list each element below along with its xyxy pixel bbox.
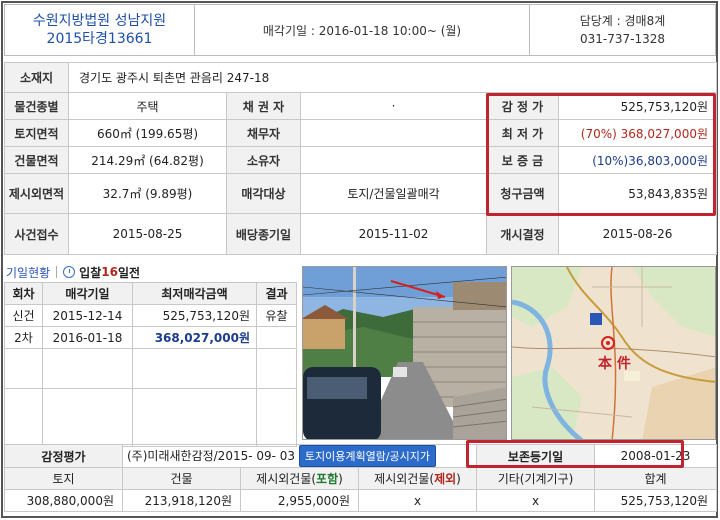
sale-target-value: 토지/건물일괄매각 [300, 173, 487, 214]
empty-cell [256, 348, 297, 389]
building-area-label: 건물면적 [4, 146, 69, 174]
appraiser-cell: (주)미래새한감정/2015- 09- 03 토지이용계획열람/공시지가 [121, 444, 478, 468]
land-value: 308,880,000원 [4, 489, 123, 512]
registration-date-label: 보존등기일 [476, 444, 596, 468]
excluded-area-label: 제시외면적 [4, 173, 69, 214]
empty-cell [256, 388, 297, 447]
claim-label: 청구금액 [486, 173, 559, 214]
appraiser-value: (주)미래새한감정/2015- 09- 03 [127, 449, 296, 463]
court-block: 수원지방법원 성남지원 2015타경13661 [5, 5, 195, 55]
creditor-value: · [300, 92, 487, 120]
col-result: 결과 [256, 282, 297, 305]
property-info-table: 소재지 경기도 광주시 퇴촌면 관음리 247-18 물건종별 주택 채 권 자… [4, 62, 717, 255]
owner-label: 소유자 [226, 146, 301, 174]
registration-date-value: 2008-01-23 [594, 444, 718, 468]
start-decision-value: 2015-08-26 [558, 213, 717, 255]
date-cell: 2016-01-18 [42, 326, 133, 349]
department: 담당계 : 경매8계 [579, 14, 666, 28]
divider [56, 266, 58, 278]
date-cell: 2015-12-14 [42, 304, 133, 327]
valuation-table: 감정평가 (주)미래새한감정/2015- 09- 03 토지이용계획열람/공시지… [4, 444, 718, 512]
land-header: 토지 [4, 467, 123, 490]
round-cell: 신건 [4, 304, 43, 327]
clock-icon [63, 266, 76, 278]
court-name: 수원지방법원 성남지원 [32, 13, 167, 29]
appraisal-label: 감 정 가 [486, 92, 559, 120]
land-area-value: 660㎡ (199.65평) [68, 119, 227, 147]
sale-history-table: 회차 매각기일 최저매각금액 결과 신건 2015-12-14 525,753,… [4, 282, 297, 447]
deposit-label: 보 증 금 [486, 146, 559, 174]
excluded-incl-header: 제시외건물(포함) [240, 467, 359, 490]
col-amount: 최저매각금액 [132, 282, 257, 305]
debtor-value [300, 119, 487, 147]
empty-cell [132, 348, 257, 389]
total-value: 525,753,120원 [594, 489, 718, 512]
result-cell [256, 326, 297, 349]
type-value: 주택 [68, 92, 227, 120]
appraisal-value: 525,753,120원 [558, 92, 717, 120]
creditor-label: 채 권 자 [226, 92, 301, 120]
dividend-deadline-label: 배당종기일 [226, 213, 301, 255]
empty-cell [132, 388, 257, 447]
building-value: 213,918,120원 [122, 489, 241, 512]
filed-value: 2015-08-25 [68, 213, 227, 255]
etc-header: 기타(기계기구) [476, 467, 596, 490]
valuation-label: 감정평가 [4, 444, 123, 468]
empty-cell [4, 348, 43, 389]
start-decision-label: 개시결정 [486, 213, 559, 255]
empty-cell [42, 348, 133, 389]
sale-target-label: 매각대상 [226, 173, 301, 214]
bid-days: 16 [101, 265, 118, 279]
round-cell: 2차 [4, 326, 43, 349]
included-text: 포함 [316, 472, 339, 486]
filed-label: 사건접수 [4, 213, 69, 255]
empty-cell [4, 388, 43, 447]
location-value: 경기도 광주시 퇴촌면 관음리 247-18 [68, 62, 717, 93]
col-round: 회차 [4, 282, 43, 305]
excluded-incl-prefix: 제시외건물( [256, 472, 317, 486]
min-price-label: 최 저 가 [486, 119, 559, 147]
etc-value: x [476, 489, 596, 512]
type-label: 물건종별 [4, 92, 69, 120]
location-label: 소재지 [4, 62, 69, 93]
building-header: 건물 [122, 467, 241, 490]
empty-cell [42, 388, 133, 447]
amount-cell: 525,753,120원 [132, 304, 257, 327]
building-area-value: 214.29㎡ (64.82평) [68, 146, 227, 174]
min-price-value: (70%) 368,027,000원 [558, 119, 717, 147]
result-cell: 유찰 [256, 304, 297, 327]
excluded-excl-prefix: 제시외건물( [374, 472, 435, 486]
excluded-excl-suffix: ) [456, 472, 461, 486]
bid-suffix: 일전 [117, 265, 141, 280]
excluded-excl-header: 제시외건물(제외) [357, 467, 478, 490]
table-row: 신건 2015-12-14 525,753,120원 유찰 [4, 304, 297, 327]
history-title[interactable]: 기일현황 [6, 264, 50, 281]
bid-prefix: 입찰 [79, 265, 102, 280]
excluded-excl-value: x [357, 489, 478, 512]
excluded-area-value: 32.7㎡ (9.89평) [68, 173, 227, 214]
excluded-incl-suffix: ) [338, 472, 343, 486]
history-header: 기일현황 입찰 16 일전 [6, 263, 140, 281]
deposit-value: (10%)36,803,000원 [558, 146, 717, 174]
case-number: 2015타경13661 [46, 31, 153, 47]
owner-value [300, 146, 487, 174]
excluded-text: 제외 [434, 472, 457, 486]
claim-value: 53,843,835원 [558, 173, 717, 214]
sale-date: 매각기일 : 2016-01-18 10:00~ (월) [262, 23, 462, 38]
location-map[interactable]: 本 件 [511, 266, 716, 440]
col-date: 매각기일 [42, 282, 133, 305]
debtor-label: 채무자 [226, 119, 301, 147]
case-header: 수원지방법원 성남지원 2015타경13661 매각기일 : 2016-01-1… [4, 4, 716, 56]
table-row: 2차 2016-01-18 368,027,000원 [4, 326, 297, 349]
land-area-label: 토지면적 [4, 119, 69, 147]
street-photo[interactable] [302, 266, 507, 440]
land-use-button[interactable]: 토지이용계획열람/공시지가 [298, 445, 437, 467]
map-subject-label: 本 件 [598, 356, 631, 372]
phone-number: 031-737-1328 [579, 32, 665, 46]
dividend-deadline-value: 2015-11-02 [300, 213, 487, 255]
amount-cell: 368,027,000원 [132, 326, 257, 349]
excluded-incl-value: 2,955,000원 [240, 489, 359, 512]
total-header: 합계 [594, 467, 718, 490]
contact-block: 담당계 : 경매8계 031-737-1328 [529, 5, 715, 55]
